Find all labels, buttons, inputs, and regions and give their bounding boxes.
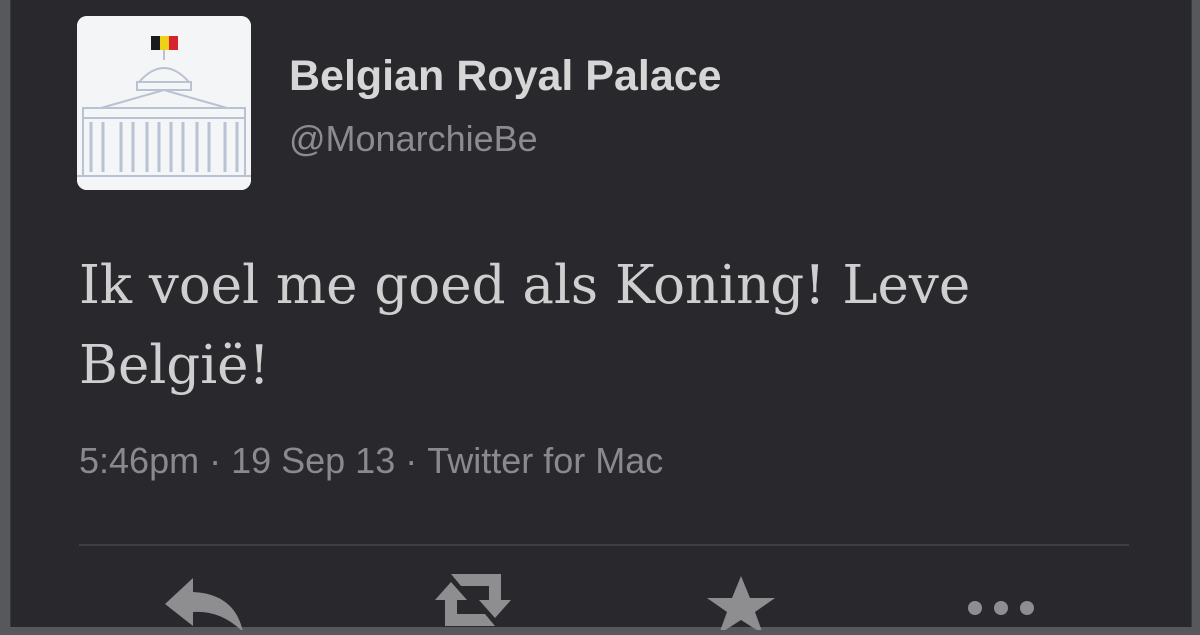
divider xyxy=(79,544,1129,546)
author-name[interactable]: Belgian Royal Palace xyxy=(289,52,722,101)
reply-button[interactable] xyxy=(159,570,249,635)
tweet-card: Belgian Royal Palace @MonarchieBe Ik voe… xyxy=(10,0,1192,634)
tweet-meta: 5:46pm · 19 Sep 13 · Twitter for Mac xyxy=(79,440,663,482)
tweet-time[interactable]: 5:46pm xyxy=(79,440,199,482)
tweet-text: Ik voel me goed als Koning! Leve België! xyxy=(79,246,1079,406)
favorite-button[interactable] xyxy=(699,570,783,635)
star-icon xyxy=(707,576,775,634)
avatar[interactable] xyxy=(77,16,251,190)
tweet-text-line-2: België! xyxy=(79,335,270,396)
meta-separator: · xyxy=(199,440,232,481)
retweet-button[interactable] xyxy=(425,570,521,635)
tweet-date[interactable]: 19 Sep 13 xyxy=(231,440,395,482)
tweet-text-line-1: Ik voel me goed als Koning! Leve xyxy=(79,255,971,316)
flag-yellow-stripe xyxy=(160,36,169,50)
author-handle[interactable]: @MonarchieBe xyxy=(289,118,538,160)
meta-separator: · xyxy=(395,440,428,481)
more-icon xyxy=(968,601,1034,615)
reply-icon xyxy=(165,578,243,632)
tweet-actions xyxy=(11,560,1191,634)
retweet-icon xyxy=(435,574,511,626)
flag-black-stripe xyxy=(151,36,160,50)
royal-palace-logo-icon xyxy=(77,16,251,190)
flag-red-stripe xyxy=(169,36,178,50)
more-button[interactable] xyxy=(961,570,1041,635)
tweet-source[interactable]: Twitter for Mac xyxy=(427,440,663,482)
